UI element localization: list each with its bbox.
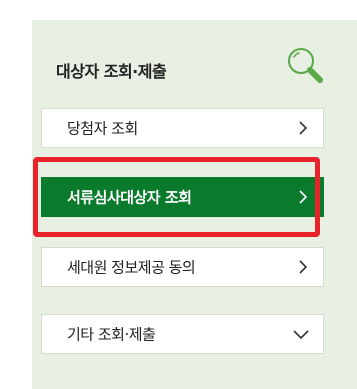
menu-item-household-consent[interactable]: 세대원 정보제공 동의 xyxy=(41,247,324,287)
menu-item-label: 세대원 정보제공 동의 xyxy=(67,258,196,277)
panel-title: 대상자 조회·제출 xyxy=(56,62,167,81)
chevron-down-icon xyxy=(293,330,309,340)
search-icon[interactable] xyxy=(284,44,328,88)
menu-item-label: 서류심사대상자 조회 xyxy=(67,188,192,207)
chevron-right-icon xyxy=(299,190,308,204)
chevron-right-icon xyxy=(299,260,308,274)
menu-item-document-review-lookup[interactable]: 서류심사대상자 조회 xyxy=(41,177,324,217)
chevron-right-icon xyxy=(299,121,308,135)
menu-item-label: 기타 조회·제출 xyxy=(67,325,156,344)
menu-item-other-lookup[interactable]: 기타 조회·제출 xyxy=(41,314,324,354)
menu-item-label: 당첨자 조회 xyxy=(67,119,138,138)
menu-item-winner-lookup[interactable]: 당첨자 조회 xyxy=(41,108,324,148)
